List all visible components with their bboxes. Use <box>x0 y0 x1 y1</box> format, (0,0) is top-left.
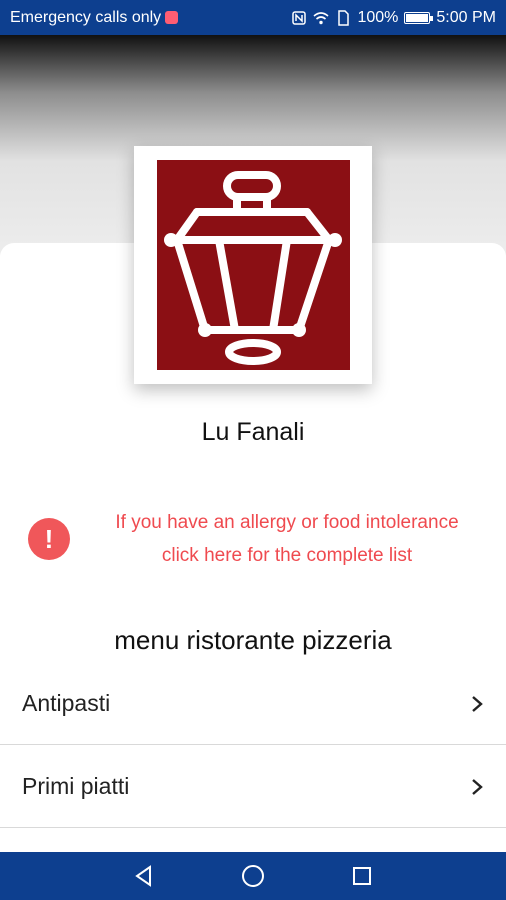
battery-percent: 100% <box>357 8 399 26</box>
alert-icon: ! <box>28 518 70 560</box>
back-button[interactable] <box>131 863 157 889</box>
nfc-icon <box>292 10 307 25</box>
allergy-text[interactable]: If you have an allergy or food intoleran… <box>86 506 488 572</box>
chevron-right-icon <box>472 695 483 712</box>
wifi-icon <box>313 11 330 24</box>
back-triangle-icon <box>135 865 152 887</box>
allergy-line-1: If you have an allergy or food intoleran… <box>115 512 459 533</box>
menu-item-label: Antipasti <box>22 690 111 716</box>
carrier-text: Emergency calls only <box>10 8 162 26</box>
navigation-bar <box>0 852 506 900</box>
recents-square-icon <box>352 867 371 885</box>
menu-item-label: Primi piatti <box>22 773 130 799</box>
recents-button[interactable] <box>349 863 375 889</box>
menu-title: menu ristorante pizzeria <box>114 625 392 655</box>
sim-alert-icon <box>165 11 179 24</box>
home-circle-icon <box>241 865 264 887</box>
home-button[interactable] <box>240 863 266 889</box>
sim-card-icon <box>338 9 350 26</box>
restaurant-name: Lu Fanali <box>201 418 305 446</box>
status-left: Emergency calls only <box>10 8 179 27</box>
lantern-icon <box>164 171 342 365</box>
menu-item-primi-piatti[interactable]: Primi piatti <box>0 746 506 828</box>
clock: 5:00 PM <box>436 8 496 26</box>
menu-item-antipasti[interactable]: Antipasti <box>0 663 506 745</box>
lantern-logo-image <box>157 160 350 370</box>
status-bar: Emergency calls only 100% 5:00 PM <box>0 0 506 35</box>
restaurant-logo <box>134 146 372 384</box>
chevron-right-icon <box>472 778 483 795</box>
status-right: 100% 5:00 PM <box>291 9 496 27</box>
battery-icon <box>404 11 434 24</box>
allergy-notice-link[interactable]: ! If you have an allergy or food intoler… <box>28 506 488 572</box>
allergy-line-2: click here for the complete list <box>161 545 413 566</box>
